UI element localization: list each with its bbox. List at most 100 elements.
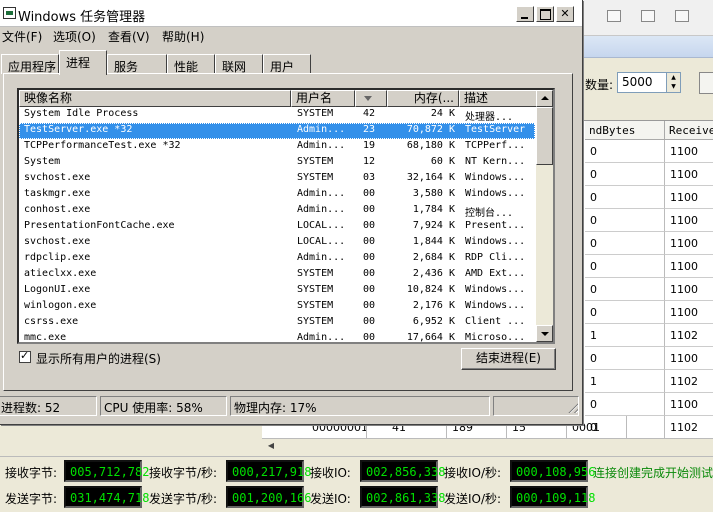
stat-value: 005,712,782 — [64, 460, 149, 482]
table-row[interactable]: PresentationFontCache.exe LOCAL... 00 7,924… — [19, 219, 535, 235]
minimize-button[interactable] — [607, 10, 621, 22]
minimize-button[interactable] — [516, 6, 534, 22]
connections-cell: 1100 — [665, 140, 713, 163]
count-input[interactable]: 5000 ▲ ▼ — [617, 72, 681, 93]
connections-cell: 1 — [585, 370, 665, 393]
process-mem: 7,924 K — [412, 220, 455, 231]
table-row[interactable]: taskmgr.exe Admin... 00 3,580 K Windows... — [19, 187, 535, 203]
table-row[interactable]: winlogon.exe SYSTEM 00 2,176 K Windows... — [19, 299, 535, 315]
table-row[interactable]: svchost.exe LOCAL... 00 1,844 K Windows... — [19, 235, 535, 251]
table-row[interactable]: csrss.exe SYSTEM 00 6,952 K Client ... — [19, 315, 535, 331]
maximize-button[interactable] — [641, 10, 655, 22]
connections-cell: 0 — [585, 186, 665, 209]
connections-cell: 1100 — [665, 255, 713, 278]
title-bar[interactable]: Windows 任务管理器 ✕ — [0, 0, 582, 27]
background-action-button[interactable] — [699, 72, 713, 94]
process-desc: TestServer — [465, 124, 526, 135]
stat-label: 接收字节: — [5, 466, 58, 480]
status-empty-pane — [493, 396, 579, 416]
process-desc: Windows... — [465, 188, 526, 199]
stat-label: 发送字节: — [5, 492, 58, 506]
process-cpu: 00 — [362, 284, 375, 295]
connections-horizontal-scrollbar[interactable]: ◀ — [262, 438, 713, 454]
scroll-thumb[interactable] — [536, 107, 553, 165]
process-cpu: 00 — [362, 316, 375, 327]
table-row[interactable]: LogonUI.exe SYSTEM 00 10,824 K Windows... — [19, 283, 535, 299]
column-user-name[interactable]: 用户名 — [291, 90, 355, 107]
process-cpu: 00 — [362, 300, 375, 311]
task-manager-window: Windows 任务管理器 ✕ 文件(F) 选项(O) 查看(V) 帮助(H) … — [0, 0, 583, 425]
process-cpu: 00 — [362, 188, 375, 199]
window-title: Windows 任务管理器 — [18, 10, 146, 25]
send-stats-row: 发送字节: 031,474,718 发送字节/秒: 001,200,166 发送… — [0, 485, 713, 511]
process-user: Admin... — [297, 124, 346, 135]
tab-users[interactable]: 用户 — [263, 54, 311, 74]
count-spinner[interactable]: ▲ ▼ — [666, 73, 680, 92]
column-memory[interactable]: 内存(... — [387, 90, 459, 107]
process-list-scrollbar[interactable] — [536, 90, 553, 342]
column-image-name[interactable]: 映像名称 — [19, 90, 291, 107]
tab-applications[interactable]: 应用程序 — [1, 54, 59, 74]
scroll-down-icon[interactable] — [536, 325, 553, 342]
menu-view[interactable]: 查看(V) — [108, 28, 150, 45]
connections-cell: 0 — [585, 255, 665, 278]
process-desc: 控制台... — [465, 208, 514, 219]
connections-cell: 1100 — [665, 347, 713, 370]
scroll-left-icon[interactable]: ◀ — [264, 441, 278, 453]
menu-help[interactable]: 帮助(H) — [162, 28, 204, 45]
connections-cell: 0 — [585, 232, 665, 255]
stat-value: 031,474,718 — [64, 486, 149, 508]
table-row[interactable]: mmc.exe Admin... 00 17,664 K Microso... — [19, 331, 535, 343]
connections-column-header[interactable]: Receive — [665, 121, 713, 140]
end-process-button[interactable]: 结束进程(E) — [461, 348, 556, 370]
tab-services[interactable]: 服务 — [107, 54, 167, 74]
table-row[interactable]: TCPPerformanceTest.exe *32 Admin... 19 68,1… — [19, 139, 535, 155]
process-cpu: 00 — [362, 220, 375, 231]
stat-value: 002,861,338 — [360, 486, 445, 508]
show-all-users-checkbox[interactable] — [19, 349, 31, 363]
status-physical-memory: 物理内存: 17% — [230, 396, 490, 416]
process-name: mmc.exe — [24, 332, 67, 343]
process-name: LogonUI.exe — [24, 284, 91, 295]
close-button[interactable] — [675, 10, 689, 22]
process-desc: AMD Ext... — [465, 268, 526, 279]
column-description[interactable]: 描述 — [459, 90, 537, 107]
process-list[interactable]: 映像名称 用户名 内存(... 描述 System Idle Process SY… — [17, 88, 555, 344]
table-row[interactable]: System SYSTEM 12 60 K NT Kern... — [19, 155, 535, 171]
tab-networking[interactable]: 联网 — [215, 54, 263, 74]
connections-cell: 1100 — [665, 186, 713, 209]
connections-cell: 1 — [585, 324, 665, 347]
table-row[interactable]: svchost.exe SYSTEM 03 32,164 K Windows... — [19, 171, 535, 187]
tab-performance[interactable]: 性能 — [167, 54, 215, 74]
status-message: 连接创建完成开始测试 — [593, 466, 713, 480]
connections-cell: 1100 — [665, 232, 713, 255]
menu-file[interactable]: 文件(F) — [2, 28, 42, 45]
tab-processes[interactable]: 进程 — [59, 50, 107, 75]
process-mem: 60 K — [430, 156, 455, 167]
process-desc: 处理器... — [465, 112, 514, 123]
table-row[interactable]: conhost.exe Admin... 00 1,784 K 控制台... — [19, 203, 535, 219]
scroll-up-icon[interactable] — [536, 90, 553, 107]
background-header-band — [583, 36, 713, 58]
stat-value: 000,217,918 — [226, 460, 311, 482]
close-button[interactable]: ✕ — [556, 6, 574, 22]
table-row[interactable]: rdpclip.exe Admin... 00 2,684 K RDP Cli... — [19, 251, 535, 267]
table-row[interactable]: TestServer.exe *32 Admin... 23 70,872 K Test… — [19, 123, 535, 139]
connections-cell: 0 — [585, 347, 665, 370]
process-cpu: 03 — [362, 172, 375, 183]
stat-label: 接收IO: — [310, 466, 351, 480]
table-row[interactable]: atieclxx.exe SYSTEM 00 2,436 K AMD Ext... — [19, 267, 535, 283]
process-name: svchost.exe — [24, 236, 91, 247]
maximize-button[interactable] — [536, 6, 554, 22]
menu-options[interactable]: 选项(O) — [53, 28, 96, 45]
connections-cell: 0 — [585, 209, 665, 232]
connections-column-header[interactable]: ndBytes — [585, 121, 665, 140]
process-desc: Windows... — [465, 236, 526, 247]
process-cpu: 12 — [362, 156, 375, 167]
process-cpu: 42 — [362, 108, 375, 119]
stat-value: 002,856,338 — [360, 460, 445, 482]
table-row[interactable]: System Idle Process SYSTEM 42 24 K 处理器... — [19, 107, 535, 123]
column-cpu[interactable] — [355, 90, 387, 107]
process-desc: TCPPerf... — [465, 140, 526, 151]
process-desc: RDP Cli... — [465, 252, 526, 263]
